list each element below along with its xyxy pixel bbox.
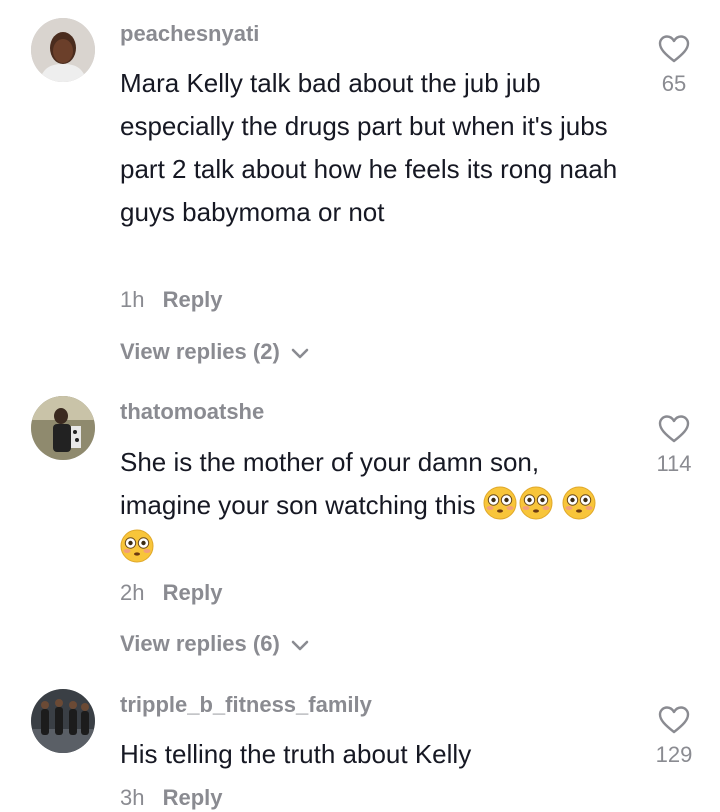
view-replies-label: View replies (6) [120,631,280,656]
reply-button[interactable]: Reply [163,785,223,810]
chevron-down-icon [290,639,310,653]
flushed-face-emoji [483,486,517,520]
username[interactable]: peachesnyati [120,20,259,48]
heart-outline-icon [658,705,690,735]
chevron-down-icon [290,347,310,361]
avatar[interactable] [31,18,95,82]
flushed-face-emoji [120,529,154,563]
like-count: 114 [656,451,692,476]
flushed-face-emoji [562,486,596,520]
comment-text: She is the mother of your damn son, imag… [120,441,630,570]
comment-text: His telling the truth about Kelly [120,739,472,769]
reply-button[interactable]: Reply [163,580,223,605]
timestamp: 3h [120,785,145,810]
comment-text-body: She is the mother of your damn son, imag… [120,447,540,520]
reply-button[interactable]: Reply [163,287,223,312]
heart-outline-icon [658,414,690,444]
comment-meta: 1h Reply [120,286,223,314]
like-button[interactable]: 114 [648,414,700,478]
comment-text: Mara Kelly talk bad about the jub jub es… [120,68,618,227]
view-replies-button[interactable]: View replies (6) [120,630,310,658]
avatar[interactable] [31,689,95,753]
comment-meta: 2h Reply [120,579,223,607]
flushed-face-emoji [519,486,553,520]
like-count: 129 [655,742,693,767]
view-replies-label: View replies (2) [120,339,280,364]
username[interactable]: tripple_b_fitness_family [120,691,372,719]
view-replies-button[interactable]: View replies (2) [120,338,310,366]
timestamp: 1h [120,287,145,312]
avatar[interactable] [31,396,95,460]
username[interactable]: thatomoatshe [120,398,264,426]
like-button[interactable]: 65 [648,34,700,98]
heart-outline-icon [658,34,690,64]
like-button[interactable]: 129 [648,705,700,769]
like-count: 65 [661,71,687,96]
timestamp: 2h [120,580,145,605]
